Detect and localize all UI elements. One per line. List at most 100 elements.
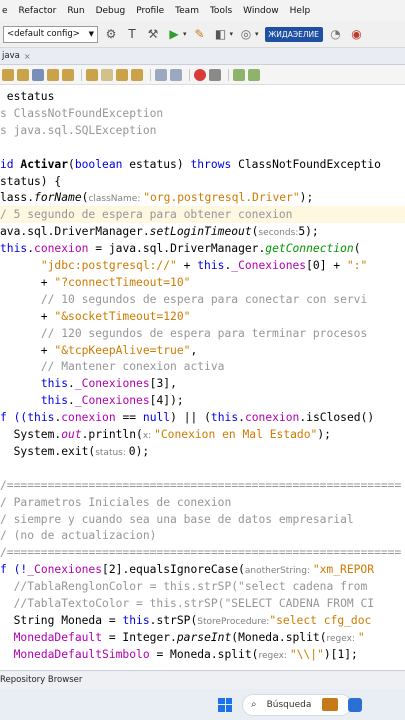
config-select-value: <default config> xyxy=(7,29,80,39)
quick-search-box[interactable]: ЖИДАЭЕЛИЕ xyxy=(264,26,323,42)
code-token: ( xyxy=(68,157,75,171)
run-icon[interactable]: ▶ xyxy=(166,26,182,42)
app-icon[interactable] xyxy=(348,697,362,712)
file-tab-label: java xyxy=(2,51,20,61)
code-token: _Conexiones xyxy=(231,259,307,272)
code-line[interactable]: System.exit(status: 0); xyxy=(0,443,150,460)
code-token: , xyxy=(190,343,198,357)
find-previous-icon[interactable] xyxy=(47,68,59,81)
menu-item-help[interactable]: Help xyxy=(290,6,311,16)
code-line[interactable]: / Parametros Iniciales de conexion xyxy=(0,494,231,511)
toggle-bookmark-icon[interactable] xyxy=(101,68,113,81)
code-line[interactable]: ava.sql.DriverManager.setLoginTimeout(se… xyxy=(0,223,319,240)
menu-item-run[interactable]: Run xyxy=(67,6,84,16)
code-line[interactable]: this._Conexiones[3], xyxy=(0,375,177,392)
menu-item-debug[interactable]: Debug xyxy=(96,6,126,16)
previous-bookmark-icon[interactable] xyxy=(116,68,128,81)
file-tab[interactable]: java × xyxy=(2,51,31,61)
code-editor[interactable]: estatus s ClassNotFoundException s java.sq… xyxy=(0,86,405,668)
run-dropdown-icon[interactable]: ▾ xyxy=(183,30,187,38)
back-icon[interactable] xyxy=(2,68,14,81)
profile-dropdown-icon[interactable]: ▾ xyxy=(230,30,234,38)
code-token: // 10 segundos de espera para conectar c… xyxy=(40,292,368,306)
code-line[interactable]: / siempre y cuando sea una base de datos… xyxy=(0,511,354,528)
memory-gauge-icon[interactable]: ◔ xyxy=(328,26,344,42)
code-token: //TablaRenglonColor = this.strSP("select… xyxy=(0,580,368,594)
refresh-dropdown-icon[interactable]: ▾ xyxy=(255,30,259,38)
clean-build-icon[interactable]: T xyxy=(124,26,140,42)
code-line[interactable]: this.conexion = java.sql.DriverManager.g… xyxy=(0,240,361,257)
code-line[interactable]: status) { xyxy=(0,173,61,190)
repository-browser-tab[interactable]: Repository Browser xyxy=(0,675,82,685)
code-line[interactable]: f ((this.conexion == null) || (this.cone… xyxy=(0,409,374,426)
code-line[interactable]: // Mantener conexion activa xyxy=(0,358,225,375)
gear-icon[interactable]: ⚙ xyxy=(103,26,119,42)
code-line[interactable]: this._Conexiones[4]); xyxy=(0,392,184,409)
code-line[interactable]: //TablaRenglonColor = this.strSP("select… xyxy=(0,578,368,595)
code-token: "?connectTimeout=10" xyxy=(54,275,191,289)
shift-right-icon[interactable] xyxy=(170,68,182,81)
code-line[interactable]: s ClassNotFoundException xyxy=(0,105,163,122)
toolbar-separator xyxy=(189,68,190,81)
code-line[interactable]: /=======================================… xyxy=(0,544,401,561)
stop-macro-icon[interactable] xyxy=(209,68,221,81)
code-line[interactable]: + "&tcpKeepAlive=true", xyxy=(0,342,197,359)
code-line[interactable]: "jdbc:postgresql://" + this._Conexiones[… xyxy=(0,257,368,274)
toggle-highlight-icon[interactable] xyxy=(86,68,98,81)
config-select[interactable]: <default config> ▼ xyxy=(3,25,98,43)
close-icon[interactable]: × xyxy=(24,52,31,61)
code-line[interactable]: / (no de actualizacion) xyxy=(0,527,156,544)
code-token: / (no de actualizacion) xyxy=(0,529,157,543)
code-token: [4]); xyxy=(149,394,184,408)
forward-icon[interactable] xyxy=(17,68,29,81)
gc-icon[interactable]: ◉ xyxy=(349,26,365,42)
comment-icon[interactable] xyxy=(233,68,245,81)
code-token: + xyxy=(0,275,55,289)
menu-bar: e Refactor Run Debug Profile Team Tools … xyxy=(0,0,405,21)
code-token: /=======================================… xyxy=(0,478,402,492)
profile-icon[interactable]: ◧ xyxy=(213,26,229,42)
code-line[interactable]: MonedaDefault = Integer.parseInt(Moneda.… xyxy=(0,629,365,646)
code-line[interactable]: /=======================================… xyxy=(0,477,401,494)
windows-start-icon[interactable] xyxy=(218,697,232,712)
code-token: _Conexiones xyxy=(74,377,150,391)
main-toolbar: <default config> ▼ ⚙ T ⚒ ▶ ▾ ✎ ◧ ▾ ◎ ▾ Ж… xyxy=(0,21,405,48)
menu-item-profile[interactable]: Profile xyxy=(136,6,164,16)
find-next-icon[interactable] xyxy=(62,68,74,81)
next-bookmark-icon[interactable] xyxy=(131,68,143,81)
code-line[interactable]: estatus xyxy=(0,88,55,105)
menu-item-edit[interactable]: e xyxy=(2,6,8,16)
uncomment-icon[interactable] xyxy=(248,68,260,81)
code-line[interactable]: System.out.println(x: "Conexion en Mal E… xyxy=(0,426,331,443)
menu-item-refactor[interactable]: Refactor xyxy=(19,6,57,16)
menu-item-tools[interactable]: Tools xyxy=(210,6,232,16)
code-line[interactable]: // 10 segundos de espera para conectar c… xyxy=(0,291,367,308)
build-icon[interactable]: ⚒ xyxy=(145,26,161,42)
code-line[interactable]: f (!_Conexiones[2].equalsIgnoreCase(anot… xyxy=(0,561,374,578)
history-icon[interactable] xyxy=(32,68,44,81)
code-line[interactable]: //TablaTextoColor = this.strSP("SELECT C… xyxy=(0,595,374,612)
code-line[interactable]: MonedaDefaultSimbolo = Moneda.split(rege… xyxy=(0,646,358,663)
code-token: .isClosed() xyxy=(299,411,375,425)
code-line[interactable]: / 5 segundo de espera para obtener conex… xyxy=(0,206,405,224)
briefcase-icon[interactable] xyxy=(322,698,338,711)
code-token: + xyxy=(0,343,55,357)
refresh-icon[interactable]: ◎ xyxy=(238,26,254,42)
code-line[interactable]: String Moneda = this.strSP(StoreProcedur… xyxy=(0,612,372,629)
code-token: boolean xyxy=(74,157,123,171)
code-line[interactable]: + "&socketTimeout=120" xyxy=(0,308,191,325)
code-line[interactable]: s java.sql.SQLException xyxy=(0,122,156,139)
code-line[interactable]: + "?connectTimeout=10" xyxy=(0,274,191,291)
start-macro-icon[interactable] xyxy=(194,68,206,81)
code-token: _Conexiones xyxy=(27,563,103,577)
code-token: s ClassNotFoundException xyxy=(0,106,164,120)
code-line[interactable]: // 120 segundos de espera para terminar … xyxy=(0,325,367,342)
code-token: conexion xyxy=(34,242,89,256)
debug-icon[interactable]: ✎ xyxy=(192,26,208,42)
code-line[interactable]: lass.forName(className: "org.postgresql.… xyxy=(0,189,313,206)
code-line[interactable]: id Activar(boolean estatus) throws Class… xyxy=(0,156,381,173)
menu-item-window[interactable]: Window xyxy=(243,6,279,16)
menu-item-team[interactable]: Team xyxy=(175,6,199,16)
shift-left-icon[interactable] xyxy=(155,68,167,81)
